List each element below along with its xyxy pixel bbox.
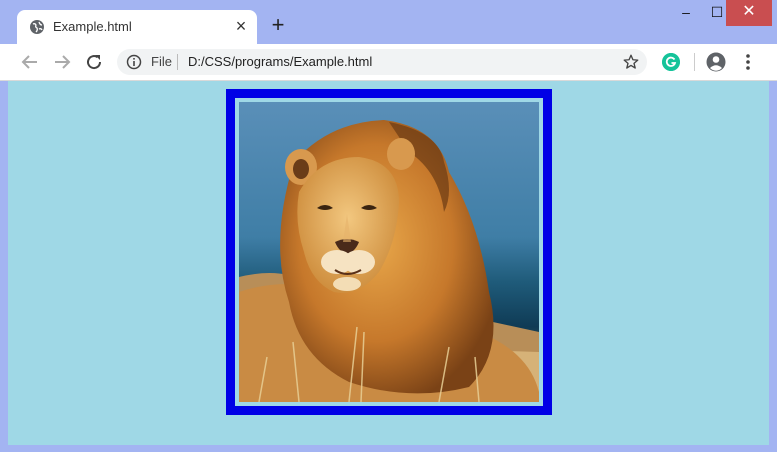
browser-toolbar: File D:/CSS/programs/Example.html [0,44,777,81]
address-bar[interactable]: File D:/CSS/programs/Example.html [117,49,647,75]
bookmark-star-icon[interactable] [622,53,640,71]
url-text[interactable]: D:/CSS/programs/Example.html [188,54,372,69]
title-bar: Example.html × + ‒ ☐ ✕ [0,0,777,44]
browser-tab[interactable]: Example.html × [17,10,257,44]
close-tab-button[interactable]: × [231,16,251,36]
globe-icon [30,20,44,34]
scheme-label: File [151,54,172,69]
close-window-button[interactable]: ✕ [726,0,772,26]
image-border [226,89,552,415]
back-arrow-icon[interactable] [18,50,42,74]
info-icon[interactable] [126,54,142,70]
omnibox-divider [177,54,178,70]
image-padding [235,98,543,406]
browser-window: Example.html × + ‒ ☐ ✕ File D:/CSS/progr… [0,0,777,452]
menu-kebab-icon[interactable] [740,52,756,72]
reload-icon[interactable] [82,50,106,74]
new-tab-button[interactable]: + [266,14,290,38]
profile-avatar-icon[interactable] [706,52,726,72]
grammarly-extension-icon[interactable] [662,53,680,71]
toolbar-divider [694,53,695,71]
forward-arrow-icon[interactable] [50,50,74,74]
tab-title: Example.html [53,19,132,34]
lion-image [239,102,539,402]
